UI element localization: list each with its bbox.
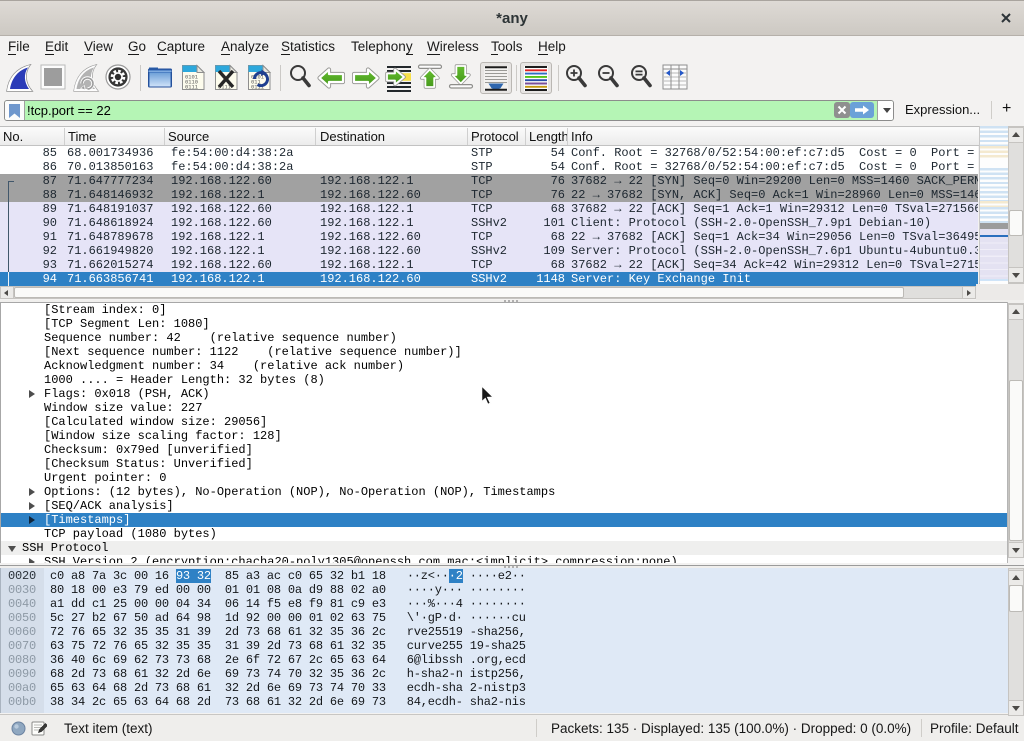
svg-text:0111: 0111 <box>185 85 198 91</box>
